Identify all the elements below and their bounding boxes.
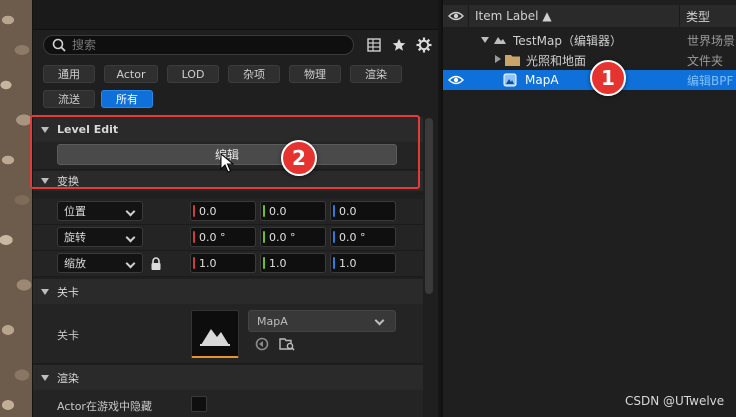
level-label: 关卡 (57, 329, 79, 342)
location-y-field[interactable]: 0.0 (260, 201, 326, 221)
section-header-transform[interactable]: 变换 (33, 171, 423, 191)
scale-mode-label: 缩放 (64, 257, 86, 270)
filter-actor[interactable]: Actor (104, 65, 158, 83)
filter-streaming[interactable]: 流送 (43, 90, 95, 108)
chevron-down-icon (125, 258, 136, 269)
outliner-panel: Item Label ▲ 类型 TestMap（编辑器） 世界场景 光照和地面 … (441, 0, 736, 417)
filter-misc[interactable]: 杂项 (228, 65, 280, 83)
outliner-row-lighting[interactable]: 光照和地面 文件夹 (443, 50, 736, 70)
collapse-arrow-icon (41, 288, 49, 295)
annotation-badge-1: 1 (590, 60, 626, 96)
details-scrollbar[interactable] (425, 118, 433, 294)
collapse-arrow-icon (41, 178, 49, 184)
watermark-text: CSDN @UTwelve (625, 394, 725, 408)
outliner-type-lighting: 文件夹 (687, 53, 724, 68)
level-thumbnail[interactable] (191, 310, 239, 358)
chevron-down-icon (125, 232, 136, 243)
level-asset-name: MapA (257, 314, 288, 328)
filter-physics[interactable]: 物理 (289, 65, 341, 83)
star-icon[interactable] (390, 36, 408, 54)
expand-arrow-icon (495, 55, 501, 63)
outliner-type-mapa: 编辑BPF (687, 73, 734, 88)
outliner-label-mapa: MapA (525, 73, 559, 87)
section-header-level[interactable]: 关卡 (33, 279, 423, 304)
location-mode-label: 位置 (64, 205, 86, 218)
outliner-header: Item Label ▲ 类型 (443, 5, 736, 27)
gear-icon[interactable] (415, 36, 433, 54)
filter-lod[interactable]: LOD (167, 65, 219, 83)
section-title-rendering: 渲染 (57, 371, 79, 385)
editor-window: 通用 Actor LOD 杂项 物理 渲染 流送 所有 Level Edit 编… (0, 0, 736, 417)
filter-rendering[interactable]: 渲染 (350, 65, 402, 83)
scale-y-field[interactable]: 1.0 (260, 253, 326, 273)
blueprint-icon (503, 73, 517, 87)
scale-mode-dropdown[interactable]: 缩放 (57, 253, 143, 273)
map-icon (494, 37, 506, 44)
level-viewport[interactable] (0, 0, 32, 417)
filter-all[interactable]: 所有 (101, 90, 153, 108)
annotation-badge-2: 2 (281, 140, 317, 176)
chevron-down-icon (374, 315, 385, 326)
collapse-arrow-icon (481, 37, 489, 43)
mouse-cursor-icon (220, 153, 234, 173)
rotation-mode-label: 旋转 (64, 231, 86, 244)
details-search-row (43, 35, 435, 55)
search-input[interactable] (72, 38, 332, 52)
outliner-label-testmap: TestMap（编辑器） (513, 33, 622, 48)
folder-icon (505, 55, 520, 66)
type-column-header[interactable]: 类型 (680, 8, 710, 25)
location-mode-dropdown[interactable]: 位置 (57, 201, 143, 221)
scale-z-field[interactable]: 1.0 (330, 253, 396, 273)
outliner-type-testmap: 世界场景 (687, 33, 736, 48)
rotation-z-field[interactable]: 0.0 ° (330, 227, 396, 247)
rotation-y-field[interactable]: 0.0 ° (260, 227, 326, 247)
location-z-field[interactable]: 0.0 (330, 201, 396, 221)
filter-general[interactable]: 通用 (43, 65, 95, 83)
map-icon (200, 328, 230, 346)
collapse-arrow-icon (41, 374, 49, 381)
hidden-in-game-label: Actor在游戏中隐藏 (57, 400, 152, 413)
chevron-down-icon (125, 206, 136, 217)
hidden-in-game-checkbox[interactable] (191, 396, 207, 412)
search-box[interactable] (43, 35, 354, 55)
section-header-rendering[interactable]: 渲染 (33, 365, 423, 390)
search-icon (52, 38, 66, 52)
item-label-column-header[interactable]: Item Label ▲ (469, 5, 680, 27)
rotation-x-field[interactable]: 0.0 ° (190, 227, 256, 247)
details-tab-bar (33, 0, 438, 30)
table-view-icon[interactable] (365, 36, 383, 54)
browse-asset-icon[interactable] (279, 337, 295, 351)
rotation-mode-dropdown[interactable]: 旋转 (57, 227, 143, 247)
details-panel: 通用 Actor LOD 杂项 物理 渲染 流送 所有 Level Edit 编… (33, 0, 438, 417)
section-title-transform: 变换 (57, 175, 79, 188)
lock-icon[interactable] (150, 257, 162, 271)
outliner-label-lighting: 光照和地面 (526, 53, 587, 68)
scale-x-field[interactable]: 1.0 (190, 253, 256, 273)
level-asset-dropdown[interactable]: MapA (248, 310, 396, 332)
collapse-arrow-icon (41, 126, 49, 133)
location-x-field[interactable]: 0.0 (190, 201, 256, 221)
visibility-column-icon[interactable] (443, 5, 469, 27)
section-title-level: 关卡 (57, 285, 79, 299)
use-selected-asset-icon[interactable] (255, 337, 269, 351)
section-title-level-edit: Level Edit (57, 123, 119, 136)
visibility-eye-icon[interactable] (448, 75, 464, 85)
outliner-row-testmap[interactable]: TestMap（编辑器） 世界场景 (443, 30, 736, 50)
section-header-level-edit[interactable]: Level Edit (33, 117, 423, 142)
